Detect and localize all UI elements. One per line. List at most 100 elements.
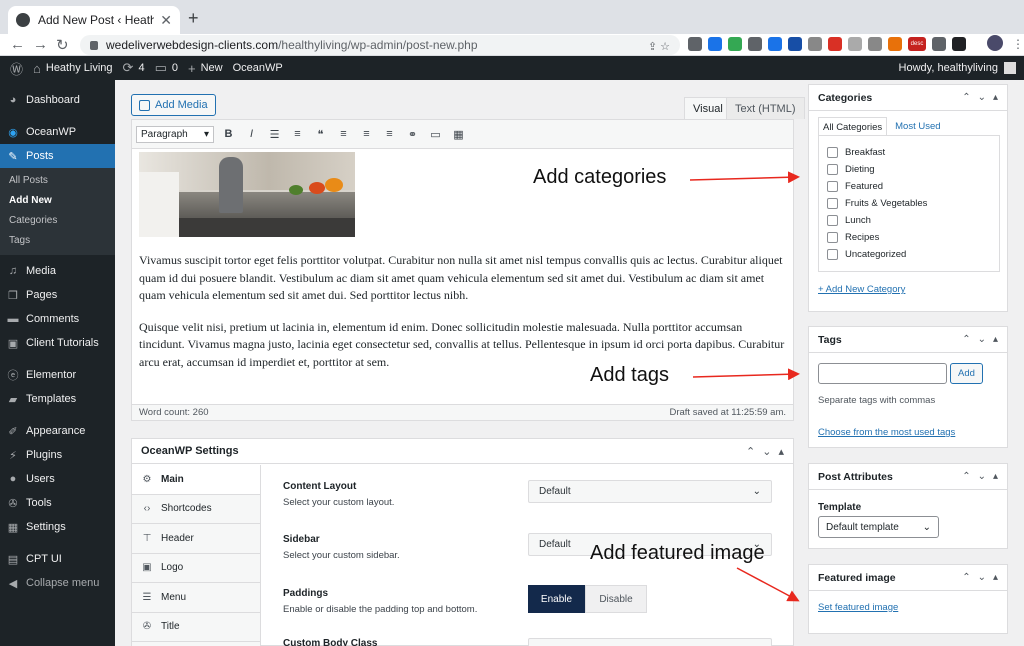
oceanwp-adminbar-link[interactable]: OceanWP bbox=[233, 62, 283, 74]
new-content-link[interactable]: + New bbox=[188, 61, 223, 76]
menu-appearance[interactable]: ✐ Appearance bbox=[0, 419, 115, 443]
move-up-icon[interactable]: ⌃ bbox=[962, 92, 970, 103]
owp-tab-shortcodes[interactable]: ‹› Shortcodes bbox=[132, 495, 260, 524]
menu-client-tutorials[interactable]: ▣ Client Tutorials bbox=[0, 331, 115, 355]
italic-icon[interactable]: I bbox=[243, 128, 260, 140]
menu-settings[interactable]: ▦ Settings bbox=[0, 515, 115, 539]
toolbar-toggle-icon[interactable]: ▦ bbox=[450, 128, 467, 141]
checkbox[interactable] bbox=[827, 164, 838, 175]
collapse-menu-button[interactable]: ◀ Collapse menu bbox=[0, 571, 115, 595]
checkbox[interactable] bbox=[827, 198, 838, 209]
toggle-panel-icon[interactable]: ▴ bbox=[778, 445, 784, 458]
link-icon[interactable]: ⚭ bbox=[404, 128, 421, 141]
extension-icon[interactable] bbox=[748, 37, 762, 51]
choose-tags-link[interactable]: Choose from the most used tags bbox=[818, 427, 955, 438]
sidebar-toggle-icon[interactable] bbox=[952, 37, 966, 51]
checkbox[interactable] bbox=[827, 147, 838, 158]
menu-tools[interactable]: ✇ Tools bbox=[0, 491, 115, 515]
desc-extension-badge[interactable]: desc bbox=[908, 37, 926, 51]
move-down-icon[interactable]: ⌄ bbox=[762, 445, 771, 458]
owp-tab-title[interactable]: ✇ Title bbox=[132, 613, 260, 642]
menu-templates[interactable]: ▰ Templates bbox=[0, 387, 115, 411]
toggle-panel-icon[interactable]: ▴ bbox=[993, 92, 998, 103]
align-center-icon[interactable]: ≡ bbox=[358, 128, 375, 140]
category-item[interactable]: Featured bbox=[819, 178, 999, 195]
url-field[interactable]: wedeliverwebdesign-clients.com/healthyli… bbox=[80, 35, 680, 55]
move-up-icon[interactable]: ⌃ bbox=[962, 334, 970, 345]
checkbox[interactable] bbox=[827, 181, 838, 192]
tag-input[interactable] bbox=[818, 363, 947, 384]
extension-icon[interactable] bbox=[788, 37, 802, 51]
menu-media[interactable]: ♫ Media bbox=[0, 259, 115, 283]
category-item[interactable]: Dieting bbox=[819, 161, 999, 178]
numbered-list-icon[interactable]: ≡ bbox=[289, 128, 306, 140]
extension-icon[interactable] bbox=[828, 37, 842, 51]
content-layout-select[interactable]: Default ⌄ bbox=[528, 480, 772, 503]
checkbox[interactable] bbox=[827, 232, 838, 243]
owp-tab-header[interactable]: ⊤ Header bbox=[132, 524, 260, 554]
menu-plugins[interactable]: ⚡ Plugins bbox=[0, 443, 115, 467]
share-bookmark-icons[interactable]: ⇪ ☆ bbox=[648, 40, 670, 53]
chrome-menu-icon[interactable]: ⋮ bbox=[1012, 37, 1024, 51]
add-media-button[interactable]: Add Media bbox=[131, 94, 216, 116]
format-select[interactable]: Paragraph ▾ bbox=[136, 125, 214, 143]
menu-dashboard[interactable]: ◕ Dashboard bbox=[0, 88, 115, 112]
add-tag-button[interactable]: Add bbox=[950, 363, 983, 384]
disable-button[interactable]: Disable bbox=[585, 585, 647, 613]
move-down-icon[interactable]: ⌄ bbox=[978, 334, 986, 345]
forward-icon[interactable]: → bbox=[33, 36, 48, 53]
extension-icon[interactable] bbox=[848, 37, 862, 51]
checkbox[interactable] bbox=[827, 215, 838, 226]
profile-avatar[interactable] bbox=[987, 35, 1003, 51]
submenu-all-posts[interactable]: All Posts bbox=[0, 171, 115, 191]
submenu-tags[interactable]: Tags bbox=[0, 231, 115, 251]
extension-icon[interactable] bbox=[688, 37, 702, 51]
submenu-categories[interactable]: Categories bbox=[0, 211, 115, 231]
tab-close-icon[interactable]: ✕ bbox=[160, 12, 172, 29]
comments-link[interactable]: ▭ 0 bbox=[155, 60, 178, 76]
align-right-icon[interactable]: ≡ bbox=[381, 128, 398, 140]
updates-link[interactable]: ⟳ 4 bbox=[123, 60, 145, 76]
extension-icon[interactable] bbox=[728, 37, 742, 51]
editor-content[interactable]: Vivamus suscipit tortor eget felis portt… bbox=[132, 152, 793, 371]
category-item[interactable]: Fruits & Vegetables bbox=[819, 195, 999, 212]
tab-most-used[interactable]: Most Used bbox=[887, 117, 944, 136]
add-new-category-link[interactable]: + Add New Category bbox=[818, 284, 905, 295]
submenu-add-new[interactable]: Add New bbox=[0, 191, 115, 211]
blockquote-icon[interactable]: ❝ bbox=[312, 128, 329, 141]
move-down-icon[interactable]: ⌄ bbox=[978, 471, 986, 482]
tab-visual[interactable]: Visual bbox=[684, 97, 732, 119]
extension-icon[interactable] bbox=[708, 37, 722, 51]
category-item[interactable]: Lunch bbox=[819, 212, 999, 229]
bullet-list-icon[interactable]: ☰ bbox=[266, 128, 283, 141]
menu-pages[interactable]: ❐ Pages bbox=[0, 283, 115, 307]
extension-icon[interactable] bbox=[808, 37, 822, 51]
toggle-panel-icon[interactable]: ▴ bbox=[993, 572, 998, 583]
owp-tab-main[interactable]: ⚙ Main bbox=[132, 465, 260, 495]
wp-logo[interactable]: Ⓦ bbox=[10, 59, 23, 78]
menu-cpt-ui[interactable]: ▤ CPT UI bbox=[0, 547, 115, 571]
new-tab-button[interactable]: + bbox=[188, 8, 199, 29]
my-account-link[interactable]: Howdy, healthyliving bbox=[899, 56, 1016, 80]
enable-button[interactable]: Enable bbox=[528, 585, 585, 613]
owp-tab-menu[interactable]: ☰ Menu bbox=[132, 583, 260, 613]
menu-comments[interactable]: ▬ Comments bbox=[0, 307, 115, 331]
checkbox[interactable] bbox=[827, 249, 838, 260]
extension-icon[interactable] bbox=[868, 37, 882, 51]
tab-text-html[interactable]: Text (HTML) bbox=[726, 97, 805, 119]
reload-icon[interactable]: ↻ bbox=[56, 36, 69, 54]
bold-icon[interactable]: B bbox=[220, 128, 237, 140]
site-name-link[interactable]: ⌂ Heathy Living bbox=[33, 61, 113, 76]
extension-icon[interactable] bbox=[768, 37, 782, 51]
owp-tab-logo[interactable]: ▣ Logo bbox=[132, 554, 260, 583]
menu-oceanwp[interactable]: ◉ OceanWP bbox=[0, 120, 115, 144]
move-up-icon[interactable]: ⌃ bbox=[962, 471, 970, 482]
menu-users[interactable]: ● Users bbox=[0, 467, 115, 491]
toggle-panel-icon[interactable]: ▴ bbox=[993, 334, 998, 345]
category-item[interactable]: Breakfast bbox=[819, 144, 999, 161]
puzzle-extension-icon[interactable] bbox=[932, 37, 946, 51]
read-more-icon[interactable]: ▭ bbox=[427, 128, 444, 141]
custom-body-class-input[interactable] bbox=[528, 638, 772, 646]
category-item[interactable]: Uncategorized bbox=[819, 246, 999, 263]
move-up-icon[interactable]: ⌃ bbox=[746, 445, 755, 458]
